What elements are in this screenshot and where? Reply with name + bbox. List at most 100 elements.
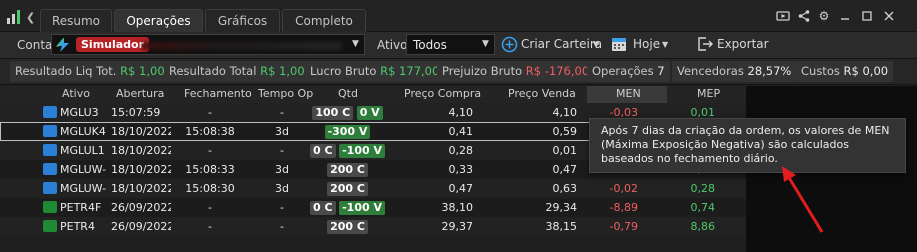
col-ativo[interactable]: Ativo [62,87,90,100]
col-qtd[interactable]: Qtd [338,87,358,100]
cell-fechamento: - [208,144,212,157]
qtd-pill: 200 C [327,182,368,196]
stat-resultado-total: Resultado Total R$ 1,00 [164,61,310,82]
cell-ativo: MGLUL1 [60,144,105,157]
chevron-down-icon: ▼ [352,39,359,49]
cell-ativo: PETR4 [60,220,95,233]
tab-completo[interactable]: Completo [282,9,366,32]
cell-qtd: 0 C -100 V [300,198,395,217]
stat-label: Resultado Liq Tot. [15,64,117,78]
stat-value: R$ 1,00 [260,64,305,78]
col-fechamento[interactable]: Fechamento [184,87,252,100]
magalu-logo-icon [43,106,57,118]
ativo-label: Ativo [377,38,408,52]
cell-qtd: 0 C -100 V [300,141,395,160]
settings-icon[interactable]: ⚙ [817,9,831,23]
stat-label: Lucro Bruto [310,64,377,78]
magalu-logo-icon [43,163,57,175]
stat-prejuizo-bruto: Prejuizo Bruto R$ -176,00 [437,61,595,82]
cell-compra: 0,47 [448,182,474,195]
stat-value: 28,57% [747,64,792,78]
cell-venda: 0,47 [552,163,578,176]
tab-graficos[interactable]: Gráficos [205,9,280,32]
cell-compra: 38,10 [441,201,474,214]
men-tooltip: Após 7 dias da criação da ordem, os valo… [589,118,906,173]
stat-value: R$ -176,00 [525,64,590,78]
simulator-badge: Simulador [76,37,150,52]
video-icon[interactable] [776,9,790,23]
redacted-account [142,42,342,50]
collapse-chevron-icon[interactable]: ❮ [26,11,35,24]
cell-ativo: MGLU3 [60,106,99,119]
stat-operacoes: Operações 7 [587,61,670,82]
cell-ativo: MGLUW- [60,182,107,195]
petrobras-logo-icon [43,220,57,232]
cell-venda: 4,10 [552,106,578,119]
magalu-logo-icon [43,182,57,194]
cell-men: -0,02 [609,182,638,195]
maximize-icon[interactable] [860,9,874,23]
qtd-pill: 100 C [312,106,354,120]
qtd-pill: 200 C [327,220,368,234]
stat-lucro-bruto: Lucro Bruto R$ 177,00 [305,61,445,82]
cell-compra: 4,10 [448,106,474,119]
cell-compra: 0,41 [448,125,474,138]
cell-mep: 0,28 [690,182,716,195]
cell-ativo: MGLUW- [60,163,107,176]
stat-label: Prejuizo Bruto [442,64,523,78]
cell-qtd: 200 C [300,160,395,179]
col-tempo-op[interactable]: Tempo Op [258,87,313,100]
cell-venda: 0,59 [552,125,578,138]
minimize-icon[interactable] [838,9,852,23]
exportar-button[interactable]: Exportar [717,37,769,51]
cell-fechamento: 15:08:30 [185,182,235,195]
magalu-logo-icon [43,144,57,156]
hoje-button[interactable]: Hoje [633,37,660,51]
qtd-pill: 0 V [356,106,383,120]
cell-ativo: PETR4F [60,201,102,214]
cell-fechamento: - [208,220,212,233]
cell-fechamento: - [208,201,212,214]
stat-label: Operações [592,64,654,78]
magalu-logo-icon [43,125,57,137]
qtd-pill: 200 C [327,163,368,177]
stat-value: R$ 1,00 [120,64,165,78]
stat-vencedoras: Vencedoras 28,57% [672,61,797,82]
criar-carteira-button[interactable]: Criar Carteira [521,37,602,51]
cell-venda: 29,34 [545,201,578,214]
cell-men: -0,79 [609,220,638,233]
cell-ativo: MGLUK4 [60,125,106,138]
cell-venda: 38,15 [545,220,578,233]
col-mep[interactable]: MEP [697,87,720,100]
chevron-down-icon: ▼ [593,40,600,49]
lightning-icon [55,38,69,52]
qtd-pill: -100 V [339,144,385,158]
cell-fechamento: 15:08:38 [185,125,235,138]
col-abertura[interactable]: Abertura [116,87,164,100]
cell-venda: 0,01 [552,144,578,157]
cell-fechamento: - [208,106,212,119]
export-icon [698,37,713,51]
tab-resumo[interactable]: Resumo [40,9,112,32]
qtd-pill: 0 C [310,144,336,158]
cell-compra: 0,33 [448,163,474,176]
tab-operacoes[interactable]: Operações [114,9,203,32]
cell-mep: 0,74 [690,201,716,214]
conta-label: Conta [17,38,53,52]
calendar-icon [612,38,626,51]
close-icon[interactable] [882,9,896,23]
col-men[interactable]: MEN [616,87,641,100]
stat-label: Resultado Total [169,64,257,78]
col-preco-compra[interactable]: Preço Compra [404,87,481,100]
col-preco-venda[interactable]: Preço Venda [508,87,576,100]
stat-value: R$ 0,00 [843,64,889,78]
cell-qtd: 200 C [300,179,395,198]
petrobras-logo-icon [43,201,57,213]
stat-resultado-liq: Resultado Liq Tot. R$ 1,00 [10,61,170,82]
qtd-pill: -100 V [339,201,385,215]
share-icon[interactable] [797,9,811,23]
cell-qtd: 100 C 0 V [300,103,395,122]
cell-qtd: -300 V [300,122,395,141]
stat-label: Vencedoras [677,64,744,78]
annotation-arrow-icon [782,166,824,233]
